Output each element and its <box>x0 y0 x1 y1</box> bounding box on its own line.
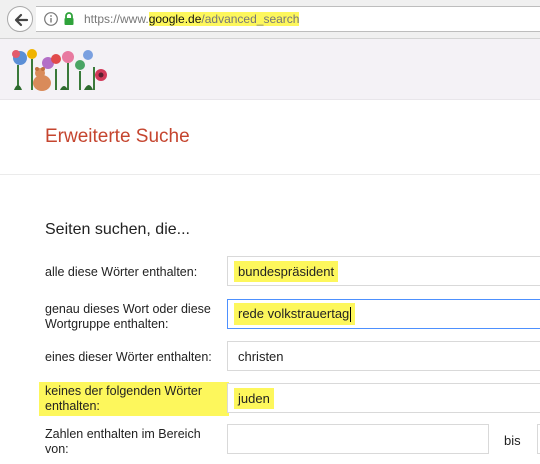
divider <box>0 174 540 175</box>
exact-phrase-input[interactable]: rede volkstrauertag <box>227 299 540 329</box>
all-words-input[interactable]: bundespräsident <box>227 256 540 286</box>
back-button[interactable] <box>7 6 33 32</box>
arrow-left-icon <box>14 13 29 27</box>
none-words-value: juden <box>234 387 274 409</box>
google-doodle-logo[interactable] <box>10 45 110 95</box>
section-title: Seiten suchen, die... <box>45 221 190 238</box>
number-range-label: Zahlen enthalten im Bereich von: <box>45 427 201 456</box>
page-title: Erweiterte Suche <box>45 126 190 147</box>
all-words-label: alle diese Wörter enthalten: <box>45 265 198 279</box>
browser-toolbar: https://www.google.de/advanced_search <box>0 0 540 39</box>
exact-phrase-value: rede volkstrauertag <box>234 302 356 326</box>
number-range-from-value <box>234 436 242 442</box>
exact-phrase-label: genau dieses Wort oder diese Wortgruppe … <box>45 302 211 331</box>
lock-icon[interactable] <box>63 12 75 26</box>
any-words-label: eines dieser Wörter enthalten: <box>45 350 212 364</box>
number-range-from-input[interactable] <box>227 424 489 454</box>
all-words-value: bundespräsident <box>234 260 339 282</box>
header-bar <box>0 39 540 100</box>
address-bar[interactable]: https://www.google.de/advanced_search <box>36 6 540 32</box>
range-to-label: bis <box>504 433 521 448</box>
url-host: google.de <box>148 12 202 26</box>
info-icon[interactable] <box>44 12 58 26</box>
url-text: https://www.google.de/advanced_search <box>84 11 300 27</box>
none-words-label: keines der folgenden Wörter enthalten: <box>39 382 229 416</box>
any-words-value: christen <box>238 348 284 364</box>
url-prefix: https://www. <box>84 12 149 26</box>
url-path: /advanced_search <box>201 12 300 26</box>
none-words-input[interactable]: juden <box>227 383 540 413</box>
text-caret <box>350 307 352 323</box>
any-words-input[interactable]: christen <box>227 341 540 371</box>
